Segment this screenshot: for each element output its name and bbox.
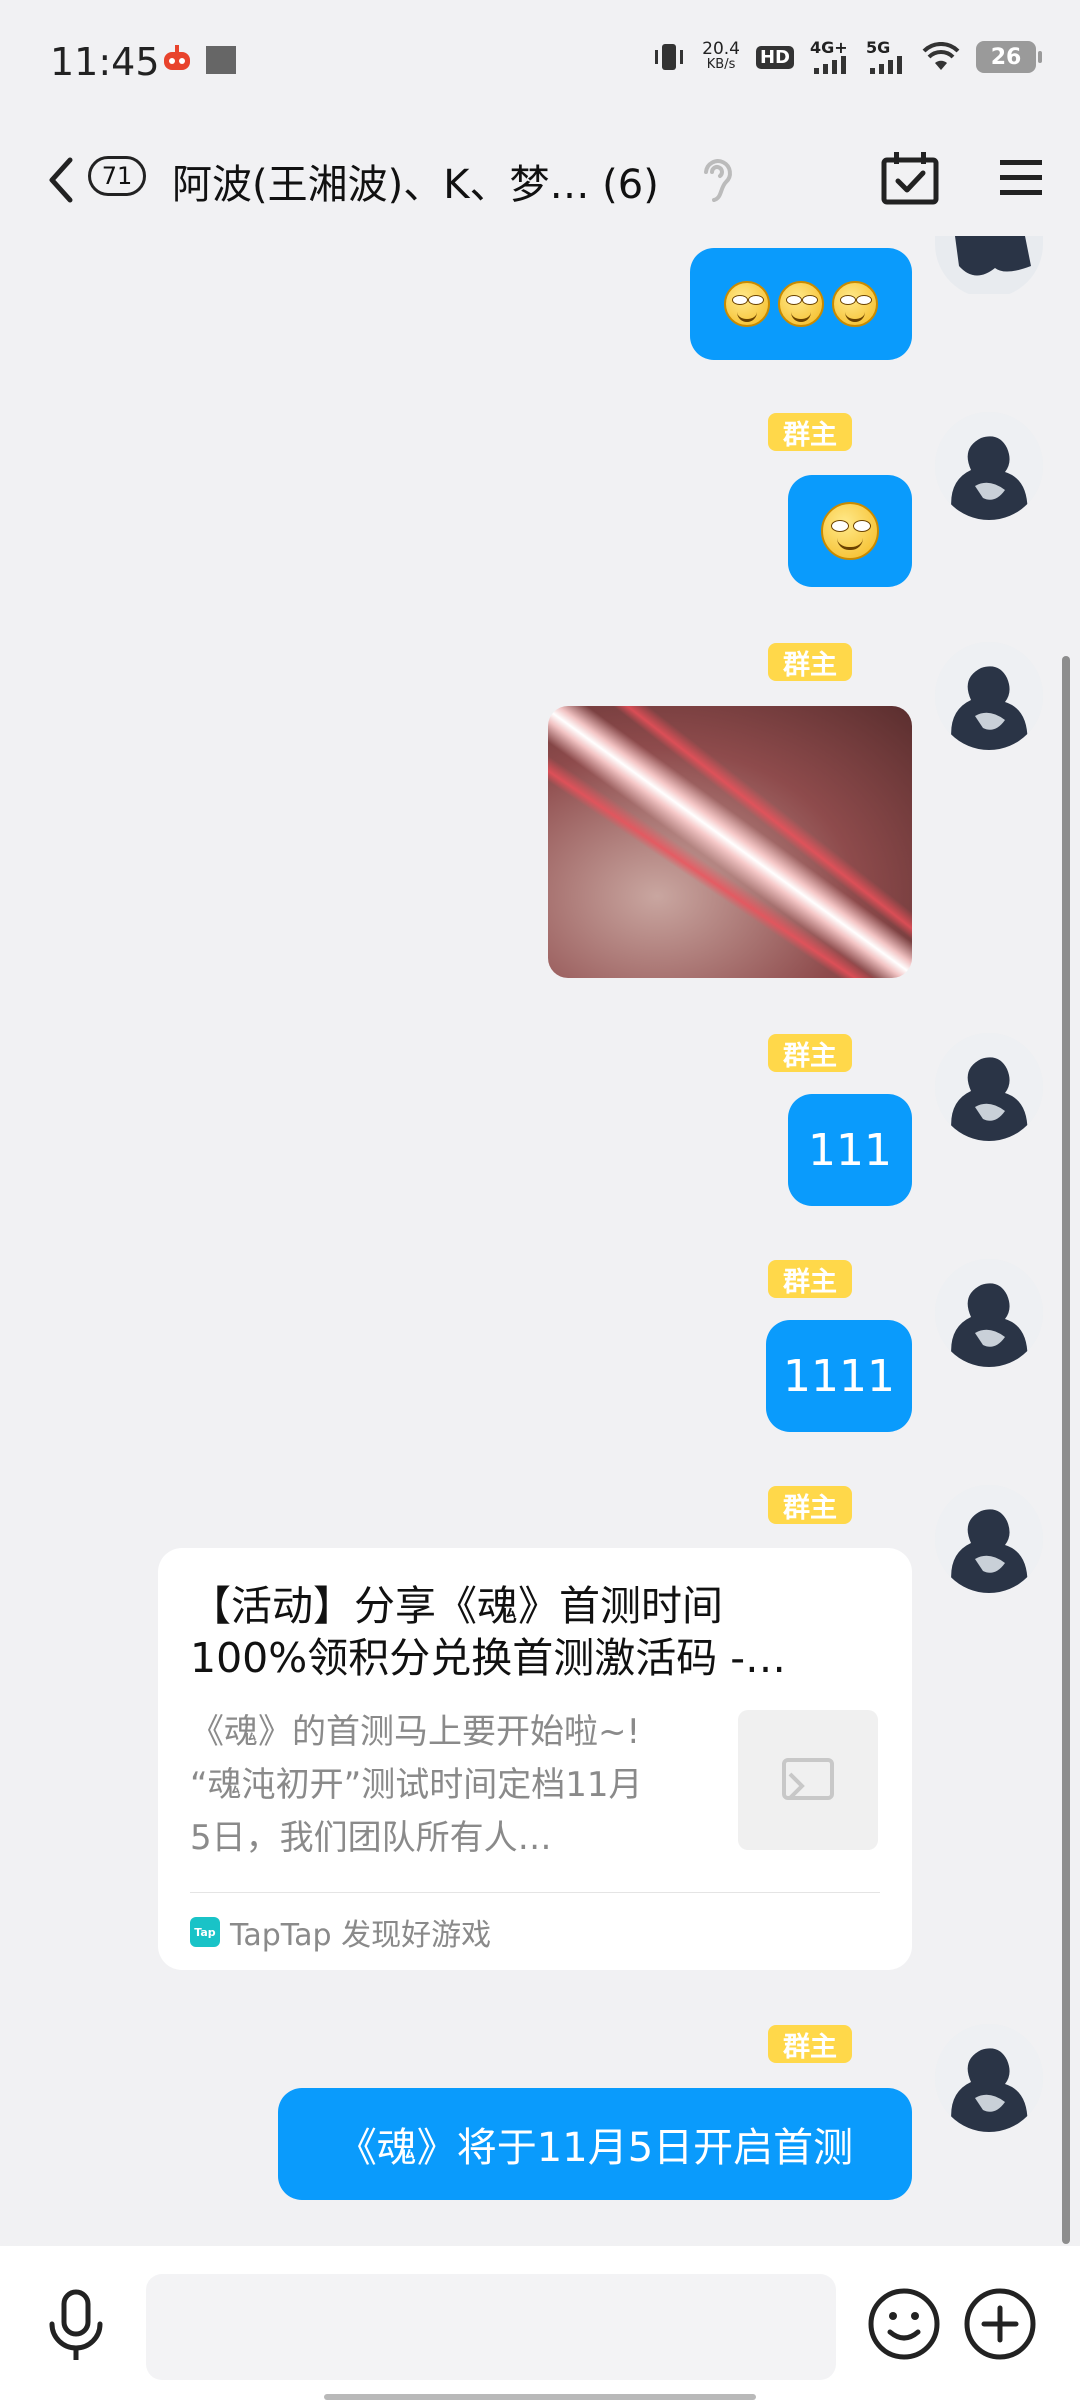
- unread-count-badge[interactable]: 71: [88, 156, 146, 196]
- smirk-emoji-icon: [821, 502, 879, 560]
- message-input[interactable]: [146, 2274, 836, 2380]
- card-thumbnail: [738, 1710, 878, 1850]
- ear-icon[interactable]: [698, 154, 734, 206]
- back-icon[interactable]: [40, 150, 80, 210]
- status-right: 20.4 KB/s HD 4G+ 5G 26: [652, 40, 1042, 74]
- chat-title[interactable]: 阿波(王湘波)、K、梦… (6): [172, 152, 659, 210]
- wifi-icon: [922, 42, 960, 70]
- avatar[interactable]: [935, 642, 1043, 750]
- plus-icon[interactable]: [962, 2286, 1038, 2362]
- status-time: 11:45: [50, 40, 160, 84]
- voice-input-icon[interactable]: [42, 2286, 110, 2366]
- image-message[interactable]: [548, 706, 912, 978]
- calendar-check-icon[interactable]: [880, 150, 940, 206]
- speed-value: 20.4: [702, 39, 740, 59]
- taptap-logo-icon: Tap: [190, 1917, 220, 1947]
- sim1-label: 4G+: [810, 38, 848, 57]
- group-owner-badge: 群主: [768, 2025, 852, 2063]
- card-desc-line: 5日，我们团队所有人…: [190, 1818, 552, 1858]
- scrollbar[interactable]: [1062, 656, 1070, 2244]
- hd-icon: HD: [755, 45, 794, 69]
- input-bar: [0, 2246, 1080, 2408]
- menu-icon[interactable]: [996, 152, 1046, 202]
- battery-icon: 26: [976, 41, 1042, 73]
- sim1-signal: 4G+: [810, 40, 850, 74]
- card-desc-line: 《魂》的首测马上要开始啦~!: [190, 1712, 641, 1752]
- home-indicator[interactable]: [324, 2394, 756, 2400]
- avatar[interactable]: [935, 412, 1043, 520]
- group-owner-badge: 群主: [768, 1034, 852, 1072]
- status-bar: 11:45 20.4 KB/s HD 4G+ 5G 26: [0, 0, 1080, 130]
- avatar[interactable]: [935, 1485, 1043, 1593]
- card-title-line: 100%领积分兑换首测激活码 -…: [190, 1634, 787, 1682]
- card-source-label: TapTap 发现好游戏: [230, 1918, 492, 1953]
- broken-image-icon: [782, 1758, 834, 1800]
- group-owner-badge: 群主: [768, 1260, 852, 1298]
- group-owner-badge: 群主: [768, 413, 852, 451]
- message-bubble[interactable]: 《魂》将于11月5日开启首测: [278, 2088, 912, 2200]
- emoji-icon[interactable]: [866, 2286, 942, 2362]
- link-card[interactable]: 【活动】分享《魂》首测时间 100%领积分兑换首测激活码 -… 《魂》的首测马上…: [158, 1548, 912, 1970]
- message-bubble[interactable]: 1111: [766, 1320, 912, 1432]
- card-divider: [190, 1892, 880, 1893]
- card-title-line: 【活动】分享《魂》首测时间: [190, 1582, 723, 1630]
- card-title: 【活动】分享《魂》首测时间 100%领积分兑换首测激活码 -…: [190, 1580, 850, 1684]
- square-notification-icon: [206, 46, 236, 74]
- card-description: 《魂》的首测马上要开始啦~! “魂沌初开”测试时间定档11月 5日，我们团队所有…: [190, 1706, 720, 1865]
- signal-bars-icon: [814, 56, 846, 74]
- message-bubble[interactable]: [788, 475, 912, 587]
- signal-bars-icon: [870, 56, 902, 74]
- smirk-emoji-icon: [724, 281, 770, 327]
- smirk-emoji-icon: [832, 281, 878, 327]
- avatar[interactable]: [935, 1259, 1043, 1367]
- app-notification-icon: [164, 45, 190, 70]
- avatar[interactable]: [935, 236, 1043, 294]
- smirk-emoji-icon: [778, 281, 824, 327]
- group-owner-badge: 群主: [768, 1486, 852, 1524]
- sim2-label: 5G: [866, 38, 891, 57]
- chat-header: 71 阿波(王湘波)、K、梦… (6): [0, 130, 1080, 230]
- network-speed: 20.4 KB/s: [702, 41, 740, 73]
- card-source: Tap TapTap 发现好游戏: [190, 1910, 491, 1954]
- group-owner-badge: 群主: [768, 643, 852, 681]
- avatar[interactable]: [935, 2024, 1043, 2132]
- message-bubble[interactable]: [690, 248, 912, 360]
- sim2-signal: 5G: [866, 40, 906, 74]
- speed-unit: KB/s: [706, 57, 736, 72]
- avatar[interactable]: [935, 1033, 1043, 1141]
- card-desc-line: “魂沌初开”测试时间定档11月: [190, 1765, 643, 1805]
- vibrate-icon: [655, 44, 684, 70]
- message-bubble[interactable]: 111: [788, 1094, 912, 1206]
